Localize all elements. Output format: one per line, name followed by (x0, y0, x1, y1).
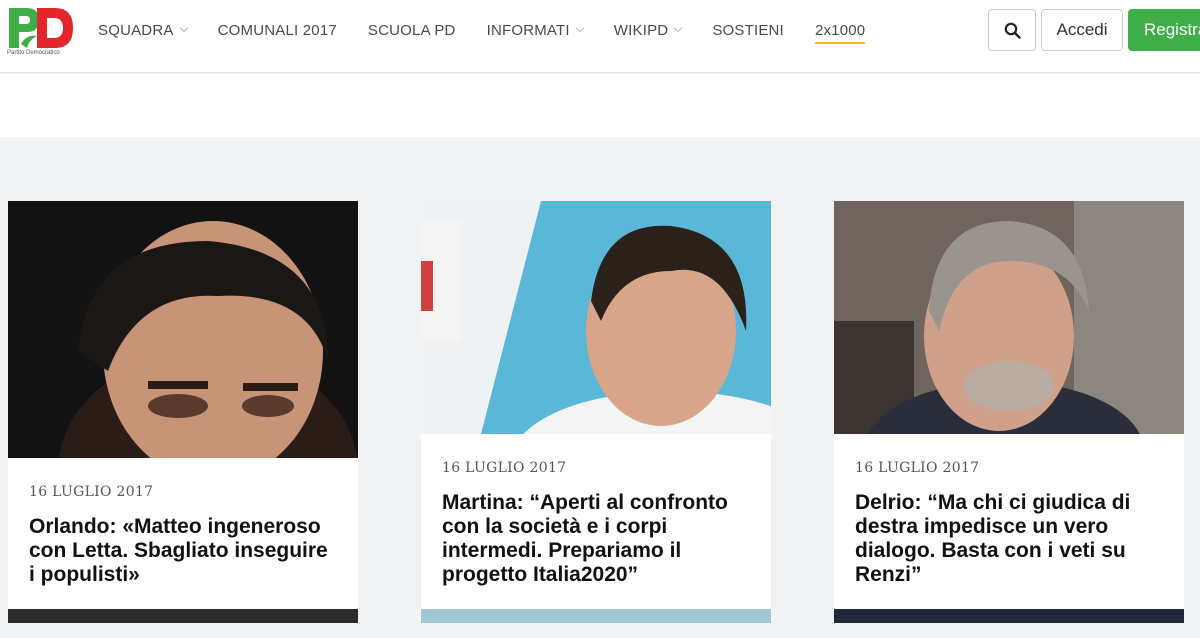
register-button[interactable]: Registrati (1128, 9, 1200, 51)
site-header: Partito Democratico SQUADRA COMUNALI 201… (0, 0, 1200, 73)
nav-label: WIKIPD (613, 21, 669, 39)
article-date: 16 LUGLIO 2017 (855, 460, 980, 476)
nav-label: SCUOLA PD (367, 21, 456, 39)
article-card-delrio[interactable]: 16 LUGLIO 2017 Delrio: “Ma chi ci giudic… (834, 201, 1184, 623)
article-card-orlando[interactable]: 16 LUGLIO 2017 Orlando: «Matteo ingenero… (8, 201, 358, 623)
nav-label: SQUADRA (98, 21, 174, 39)
article-card-martina[interactable]: 16 LUGLIO 2017 Martina: “Aperti al confr… (421, 201, 771, 623)
article-date: 16 LUGLIO 2017 (442, 460, 567, 476)
article-photo (834, 201, 1184, 434)
title-line: Martina: “Aperti al confronto (442, 491, 728, 514)
nav-item-scuola-pd[interactable]: SCUOLA PD (368, 22, 456, 39)
title-line: Orlando: «Matteo ingeneroso (29, 515, 321, 538)
search-button[interactable] (988, 9, 1036, 51)
search-icon (1004, 22, 1021, 39)
article-title[interactable]: Martina: “Aperti al confronto con la soc… (442, 491, 762, 587)
top-banner-area (0, 74, 1200, 137)
article-photo (8, 201, 358, 458)
next-photo-strip (834, 609, 1184, 623)
nav-item-comunali-2017[interactable]: COMUNALI 2017 (218, 22, 337, 39)
chevron-down-icon (179, 23, 188, 33)
chevron-down-icon (674, 23, 683, 33)
title-line: Renzi” (855, 563, 922, 586)
next-photo-strip (8, 609, 358, 623)
title-line: intermedi. Prepariamo il (442, 539, 682, 562)
title-line: Delrio: “Ma chi ci giudica di (855, 491, 1131, 514)
article-date: 16 LUGLIO 2017 (29, 484, 154, 500)
article-title[interactable]: Delrio: “Ma chi ci giudica di destra imp… (855, 491, 1175, 587)
nav-item-wikipd[interactable]: WIKIPD (613, 21, 683, 39)
article-photo (421, 201, 771, 434)
title-line: dialogo. Basta con i veti su (855, 539, 1126, 562)
nav-highlight-underline (814, 41, 866, 44)
title-line: i populisti» (29, 563, 140, 586)
chevron-down-icon (575, 23, 585, 33)
nav-item-informati[interactable]: INFORMATI (486, 21, 585, 39)
nav-label: SOSTIENI (712, 21, 784, 39)
main-nav: SQUADRA COMUNALI 2017 SCUOLA PD INFORMAT… (98, 20, 896, 44)
title-line: con la società e i corpi (442, 515, 668, 538)
nav-item-squadra[interactable]: SQUADRA (98, 21, 188, 39)
logo-tagline: Partito Democratico (7, 50, 60, 56)
next-photo-strip (421, 609, 771, 623)
title-line: progetto Italia2020” (442, 563, 639, 586)
login-button[interactable]: Accedi (1041, 9, 1123, 51)
nav-label: 2x1000 (814, 21, 866, 39)
article-title[interactable]: Orlando: «Matteo ingeneroso con Letta. S… (29, 515, 349, 587)
title-line: destra impedisce un vero (855, 515, 1109, 538)
nav-item-2x1000[interactable]: 2x1000 (814, 21, 866, 44)
nav-label: INFORMATI (486, 21, 570, 39)
nav-label: COMUNALI 2017 (217, 21, 337, 39)
nav-item-sostieni[interactable]: SOSTIENI (712, 22, 784, 39)
title-line: con Letta. Sbagliato inseguire (29, 539, 328, 562)
